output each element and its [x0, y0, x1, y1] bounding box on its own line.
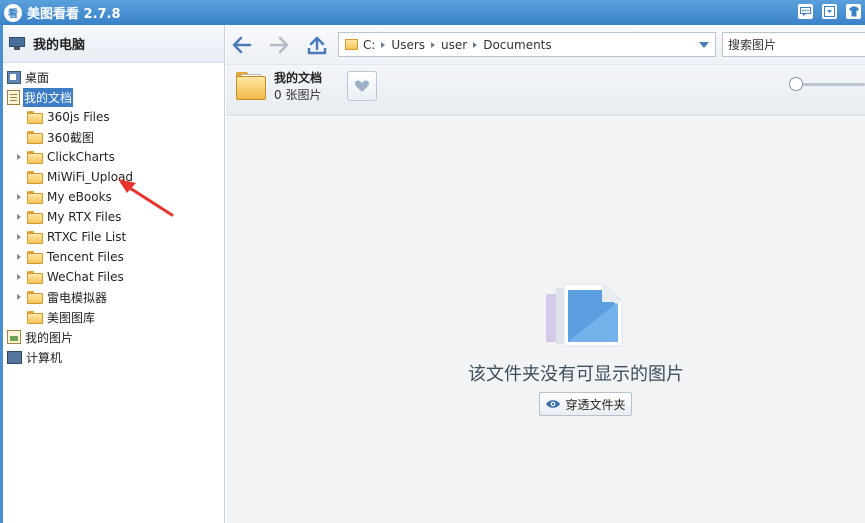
expand-arrow-icon[interactable] — [15, 287, 23, 307]
pierce-folder-label: 穿透文件夹 — [565, 397, 626, 412]
upload-icon — [307, 36, 327, 55]
tree-item-desktop[interactable]: 桌面 — [3, 67, 224, 87]
back-button[interactable] — [230, 33, 254, 57]
zoom-slider-handle[interactable] — [789, 77, 803, 91]
empty-folder-illustration — [546, 283, 623, 347]
tree-item-folder[interactable]: 360截图 — [3, 127, 224, 147]
folder-icon — [27, 250, 43, 264]
forward-button[interactable] — [267, 33, 291, 57]
feedback-icon[interactable] — [798, 4, 813, 19]
chevron-down-icon[interactable] — [699, 42, 709, 48]
breadcrumb-item[interactable]: C: — [363, 38, 375, 52]
breadcrumb: C: Users user Documents — [363, 38, 552, 52]
thumbnail-area: 该文件夹没有可显示的图片 穿透文件夹 — [226, 117, 865, 523]
computer-icon — [7, 350, 22, 364]
folder-name: 我的文档 — [274, 71, 323, 85]
title-bar: 看 美图看看 2.7.8 — [0, 0, 865, 25]
folder-icon — [27, 230, 43, 244]
folder-icon — [236, 72, 266, 100]
tree-item-label: Tencent Files — [47, 250, 124, 264]
tree-item-my-documents[interactable]: 我的文档 — [3, 87, 224, 107]
tree-item-label: 美图图库 — [47, 310, 96, 325]
desktop-icon — [7, 70, 21, 84]
tree-item-my-pictures[interactable]: 我的图片 — [3, 327, 224, 347]
folder-info-bar: 我的文档 0 张图片 — [226, 65, 865, 116]
documents-icon — [7, 89, 20, 105]
expand-arrow-icon[interactable] — [15, 267, 23, 287]
tree-item-label: WeChat Files — [47, 270, 124, 284]
tree-item-folder[interactable]: 美图图库 — [3, 307, 224, 327]
image-count: 0 张图片 — [274, 88, 322, 102]
tree-item-computer[interactable]: 计算机 — [3, 347, 224, 367]
tree-item-label: RTXC File List — [47, 230, 127, 244]
tree-item-folder[interactable]: 雷电模拟器 — [3, 287, 224, 307]
breadcrumb-item[interactable]: Users — [391, 38, 425, 52]
tree-item-folder[interactable]: 360js Files — [3, 107, 224, 127]
search-input[interactable]: 搜索图片 — [722, 32, 865, 57]
my-computer-header[interactable]: 我的电脑 — [3, 25, 224, 63]
favorite-button[interactable] — [347, 71, 377, 101]
computer-icon — [9, 37, 25, 50]
expand-arrow-icon[interactable] — [15, 147, 23, 167]
app-logo-icon: 看 — [4, 3, 22, 22]
folder-icon — [27, 190, 43, 204]
expand-arrow-icon[interactable] — [15, 207, 23, 227]
breadcrumb-item[interactable]: user — [441, 38, 467, 52]
tree-item-label: 360截图 — [47, 130, 94, 145]
eye-icon — [546, 400, 561, 408]
folder-icon — [345, 39, 358, 50]
tree-item-folder[interactable]: Tencent Files — [3, 247, 224, 267]
chevron-right-icon[interactable] — [473, 41, 478, 48]
arrow-left-icon — [232, 36, 252, 54]
address-bar[interactable]: C: Users user Documents — [338, 32, 716, 57]
pictures-icon — [7, 330, 21, 344]
folder-sidebar: 我的电脑 桌面 我的文档 360js Files 360截图 ClickChar… — [0, 25, 225, 523]
folder-icon — [27, 130, 43, 144]
folder-icon — [27, 170, 43, 184]
folder-icon — [27, 310, 43, 324]
up-folder-button[interactable] — [305, 33, 329, 57]
chevron-right-icon[interactable] — [381, 41, 386, 48]
chevron-right-icon[interactable] — [431, 41, 436, 48]
app-title: 美图看看 2.7.8 — [27, 7, 121, 22]
skin-icon[interactable] — [846, 4, 861, 19]
arrow-right-icon — [269, 36, 289, 54]
folder-icon — [27, 150, 43, 164]
annotation-arrow — [118, 179, 174, 217]
heart-icon — [354, 80, 370, 92]
expand-arrow-icon[interactable] — [15, 187, 23, 207]
breadcrumb-item[interactable]: Documents — [483, 38, 551, 52]
expand-arrow-icon[interactable] — [15, 227, 23, 247]
tree-item-label: ClickCharts — [47, 150, 115, 164]
tree-item-label: 我的图片 — [25, 330, 74, 345]
folder-icon — [27, 290, 43, 304]
tree-item-label: 我的文档 — [23, 87, 74, 107]
tree-item-folder[interactable]: RTXC File List — [3, 227, 224, 247]
tree-item-folder[interactable]: WeChat Files — [3, 267, 224, 287]
tree-item-folder[interactable]: ClickCharts — [3, 147, 224, 167]
empty-message: 该文件夹没有可显示的图片 — [468, 364, 684, 385]
expand-arrow-icon[interactable] — [15, 247, 23, 267]
pierce-folder-button[interactable]: 穿透文件夹 — [539, 392, 632, 416]
tree-item-label: 雷电模拟器 — [47, 290, 108, 305]
sidebar-header-label: 我的电脑 — [33, 38, 86, 53]
tree-item-label: 桌面 — [25, 70, 50, 85]
folder-icon — [27, 270, 43, 284]
folder-icon — [27, 210, 43, 224]
tree-item-label: 计算机 — [26, 350, 63, 365]
menu-icon[interactable] — [822, 4, 837, 19]
tree-item-label: 360js Files — [47, 110, 110, 124]
navigation-toolbar: C: Users user Documents 搜索图片 — [226, 25, 865, 65]
folder-icon — [27, 110, 43, 124]
window-controls — [798, 4, 861, 19]
